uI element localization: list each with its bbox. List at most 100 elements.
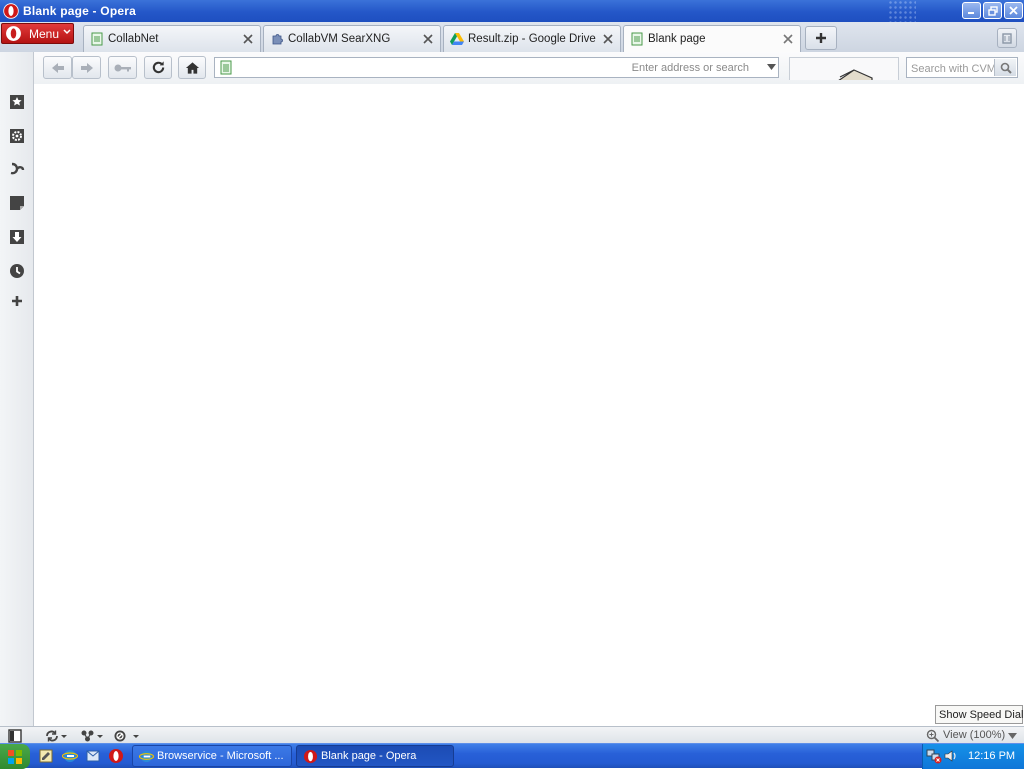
trash-icon	[1002, 33, 1012, 44]
opera-menu-button[interactable]: Menu	[1, 23, 74, 44]
windows-logo-icon	[8, 749, 22, 764]
zoom-icon-wrap[interactable]	[926, 728, 940, 743]
zoom-level[interactable]: View (100%)	[943, 729, 1005, 741]
tab-collabnet[interactable]: CollabNet	[83, 25, 261, 52]
opera-icon	[303, 749, 318, 764]
chevron-down-icon	[63, 29, 71, 35]
settings-gear-icon	[9, 128, 24, 143]
zoom-icon	[926, 729, 940, 742]
search-button[interactable]	[994, 59, 1016, 76]
content-blocker-button[interactable]	[113, 728, 141, 743]
page-icon	[220, 60, 232, 75]
search-icon	[1000, 62, 1012, 74]
tab-label: CollabVM SearXNG	[288, 33, 391, 45]
tab-label: Result.zip - Google Drive	[468, 33, 596, 45]
bookmarks-icon	[9, 94, 24, 109]
unite-icon	[81, 730, 103, 741]
network-warning-icon[interactable]	[926, 748, 942, 764]
home-icon	[185, 61, 199, 74]
taskbar-button-browservice[interactable]: Browservice - Microsoft ...	[132, 745, 292, 767]
bookmarks-panel-button[interactable]	[8, 93, 25, 110]
tab-label: Blank page	[648, 33, 706, 45]
taskbar-clock[interactable]: 12:16 PM	[968, 750, 1015, 762]
reload-button[interactable]	[144, 56, 172, 79]
opera-turbo-button[interactable]	[44, 728, 68, 743]
search-input[interactable]	[909, 59, 999, 78]
close-window-button[interactable]	[1004, 2, 1023, 19]
tab-label: CollabNet	[108, 33, 159, 45]
address-input[interactable]	[239, 59, 755, 76]
page-content[interactable]	[34, 84, 1024, 726]
partial-image	[838, 69, 873, 80]
minimize-button[interactable]	[962, 2, 981, 19]
close-tab-icon[interactable]	[242, 33, 254, 45]
google-drive-icon	[450, 33, 464, 45]
tab-google-drive[interactable]: Result.zip - Google Drive	[443, 25, 621, 52]
taskbar-button-opera[interactable]: Blank page - Opera	[296, 745, 454, 767]
restore-button[interactable]	[983, 2, 1002, 19]
taskbar-button-label: Browservice - Microsoft ...	[157, 750, 284, 762]
dropdown-arrow-icon[interactable]	[767, 64, 776, 70]
windows-taskbar: Browservice - Microsoft ... Blank page -…	[0, 743, 1024, 769]
widgets-panel-button[interactable]	[8, 160, 25, 177]
back-button[interactable]	[43, 56, 72, 79]
key-button[interactable]	[108, 56, 137, 79]
settings-panel-button[interactable]	[8, 127, 25, 144]
plus-icon	[816, 33, 826, 43]
page-icon	[631, 32, 643, 46]
opera-unite-button[interactable]	[80, 728, 104, 743]
window-title: Blank page - Opera	[23, 4, 136, 18]
opera-quicklaunch-icon[interactable]	[108, 748, 124, 764]
notes-icon	[9, 195, 24, 210]
history-panel-button[interactable]	[8, 262, 25, 279]
window-titlebar[interactable]: Blank page - Opera	[0, 0, 1024, 22]
close-tab-icon[interactable]	[782, 33, 794, 45]
chevron-down-icon	[1008, 732, 1017, 739]
new-tab-button[interactable]	[805, 26, 837, 50]
show-speed-dial-tooltip: Show Speed Dial	[935, 705, 1023, 724]
start-button[interactable]	[0, 744, 30, 769]
widgets-icon	[10, 162, 24, 174]
sync-icon	[46, 730, 67, 741]
menu-label: Menu	[29, 27, 60, 41]
home-button[interactable]	[178, 56, 206, 79]
add-panel-button[interactable]	[8, 292, 25, 309]
notepad-quicklaunch-icon[interactable]	[38, 748, 54, 764]
add-panel-icon	[11, 295, 22, 306]
downloads-panel-button[interactable]	[8, 228, 25, 245]
panel-toggle-icon	[8, 728, 22, 743]
close-tab-icon[interactable]	[422, 33, 434, 45]
status-bar: View (100%)	[0, 726, 1024, 744]
internet-explorer-quicklaunch-icon[interactable]	[62, 748, 78, 764]
close-tab-icon[interactable]	[602, 33, 614, 45]
arrow-left-icon	[51, 62, 64, 73]
zoom-dropdown[interactable]	[1008, 728, 1017, 743]
toggle-panel-button[interactable]	[8, 728, 22, 743]
tab-blank-page[interactable]: Blank page	[623, 25, 801, 52]
arrow-right-icon	[80, 62, 93, 73]
toolbar-addon-area	[789, 57, 899, 80]
address-bar[interactable]	[214, 57, 779, 78]
outlook-express-quicklaunch-icon[interactable]	[85, 748, 101, 764]
reload-icon	[152, 61, 164, 74]
volume-icon[interactable]	[943, 748, 959, 764]
opera-logo-icon	[3, 3, 19, 19]
closed-tabs-button[interactable]	[997, 28, 1017, 48]
tab-strip: Menu CollabNet CollabVM SearXNG Result.z…	[0, 22, 1024, 53]
block-content-icon	[114, 730, 139, 741]
puzzle-icon	[272, 34, 283, 45]
internet-explorer-icon	[139, 750, 154, 763]
downloads-icon	[9, 229, 24, 244]
side-panel	[0, 52, 34, 726]
search-bar[interactable]	[906, 57, 1018, 78]
key-icon	[114, 64, 131, 71]
opera-logo-icon	[6, 26, 21, 41]
navigation-toolbar	[34, 52, 1024, 85]
forward-button[interactable]	[72, 56, 101, 79]
page-icon	[91, 32, 103, 46]
history-icon	[9, 263, 24, 278]
tab-collabvm-searxng[interactable]: CollabVM SearXNG	[263, 25, 441, 52]
taskbar-button-label: Blank page - Opera	[321, 750, 417, 762]
titlebar-decoration	[888, 0, 916, 22]
notes-panel-button[interactable]	[8, 194, 25, 211]
